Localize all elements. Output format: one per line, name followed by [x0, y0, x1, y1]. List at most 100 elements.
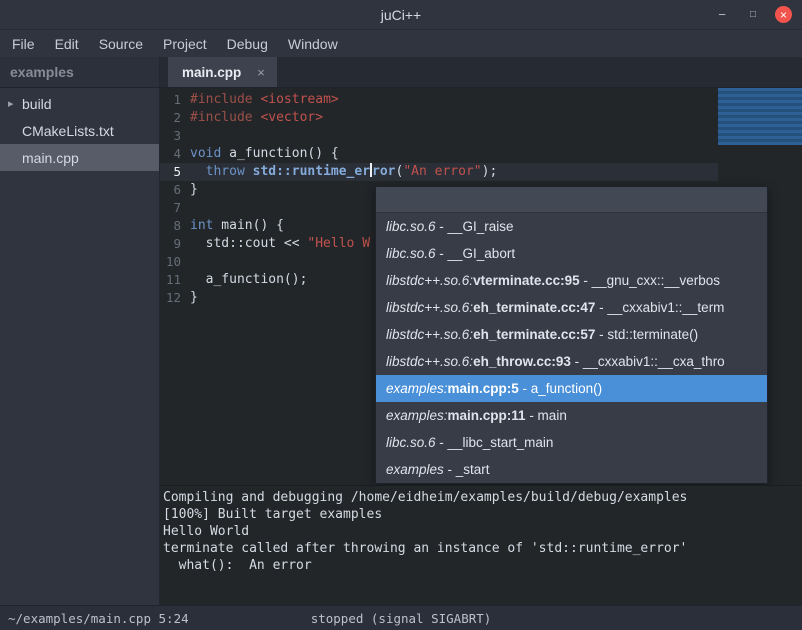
code-line-1[interactable]: 1#include <iostream> — [160, 91, 802, 109]
menu-item-source[interactable]: Source — [89, 30, 153, 57]
header-band: examples main.cpp × — [0, 57, 802, 88]
code-text: } — [190, 181, 198, 199]
menu-item-debug[interactable]: Debug — [217, 30, 278, 57]
frame-location: eh_terminate.cc:57 — [473, 327, 595, 342]
line-number: 6 — [160, 181, 190, 199]
frame-function: - __cxxabiv1::__term — [595, 300, 724, 315]
tab-main-cpp[interactable]: main.cpp × — [168, 57, 277, 87]
code-token: } — [190, 182, 198, 197]
code-token: } — [190, 290, 198, 305]
minimize-button[interactable]: − — [713, 6, 731, 24]
backtrace-item[interactable]: examples:main.cpp:11 - main — [376, 402, 767, 429]
terminal-line: Compiling and debugging /home/eidheim/ex… — [163, 489, 802, 506]
terminal-line: terminate called after throwing an insta… — [163, 540, 802, 557]
code-token: throw — [206, 164, 245, 179]
terminal-line: Hello World — [163, 523, 802, 540]
tab-label: main.cpp — [182, 65, 241, 80]
menu-item-window[interactable]: Window — [278, 30, 348, 57]
backtrace-list: libc.so.6 - __GI_raiselibc.so.6 - __GI_a… — [376, 213, 767, 483]
backtrace-item[interactable]: libc.so.6 - __libc_start_main — [376, 429, 767, 456]
frame-function: - __cxxabiv1::__cxa_thro — [571, 354, 725, 369]
tree-item-label: CMakeLists.txt — [22, 123, 114, 139]
menu-item-edit[interactable]: Edit — [45, 30, 89, 57]
maximize-button[interactable]: □ — [744, 6, 762, 24]
backtrace-item[interactable]: libstdc++.so.6:eh_terminate.cc:47 - __cx… — [376, 294, 767, 321]
tree-item-cmakelists-txt[interactable]: CMakeLists.txt — [0, 117, 159, 144]
backtrace-item[interactable]: libstdc++.so.6:eh_terminate.cc:57 - std:… — [376, 321, 767, 348]
code-token — [245, 164, 253, 179]
frame-function: - _start — [444, 462, 490, 477]
code-line-3[interactable]: 3 — [160, 127, 802, 145]
maximize-icon: □ — [750, 9, 756, 20]
code-token: <vector> — [260, 110, 323, 125]
line-number: 10 — [160, 253, 190, 271]
app-window: juCi++ − □ × FileEditSourceProjectDebugW… — [0, 0, 802, 630]
code-token: int — [190, 218, 213, 233]
backtrace-item[interactable]: libstdc++.so.6:eh_throw.cc:93 - __cxxabi… — [376, 348, 767, 375]
frame-function: - __gnu_cxx::__verbos — [580, 273, 720, 288]
menubar: FileEditSourceProjectDebugWindow — [0, 30, 802, 57]
code-token: ); — [482, 164, 498, 179]
frame-location: main.cpp:5 — [448, 381, 519, 396]
line-number: 9 — [160, 235, 190, 253]
code-token: "Hello W — [307, 236, 370, 251]
line-number: 2 — [160, 109, 190, 127]
menu-item-file[interactable]: File — [2, 30, 45, 57]
statusbar: stopped (signal SIGABRT) ~/examples/main… — [0, 605, 802, 630]
code-text: std::cout << "Hello W — [190, 235, 370, 253]
tree-item-build[interactable]: ▸build — [0, 90, 159, 117]
frame-library: examples: — [386, 408, 448, 423]
line-number: 12 — [160, 289, 190, 307]
line-number: 3 — [160, 127, 190, 145]
frame-library: libstdc++.so.6: — [386, 327, 473, 342]
code-token — [190, 164, 206, 179]
code-token: <iostream> — [260, 92, 338, 107]
project-header: examples — [0, 57, 160, 87]
close-button[interactable]: × — [775, 6, 792, 23]
tree-item-label: main.cpp — [22, 150, 79, 166]
line-number: 7 — [160, 199, 190, 217]
backtrace-popup: libc.so.6 - __GI_raiselibc.so.6 - __GI_a… — [375, 186, 768, 484]
terminal-line: [100%] Built target examples — [163, 506, 802, 523]
code-text: void a_function() { — [190, 145, 339, 163]
frame-function: - std::terminate() — [595, 327, 698, 342]
frame-library: libstdc++.so.6: — [386, 300, 473, 315]
code-line-2[interactable]: 2#include <vector> — [160, 109, 802, 127]
window-title: juCi++ — [0, 7, 802, 23]
tree-item-label: build — [22, 96, 52, 112]
frame-function: - __GI_raise — [436, 219, 514, 234]
code-token: main() { — [213, 218, 283, 233]
backtrace-item[interactable]: libc.so.6 - __GI_raise — [376, 213, 767, 240]
window-controls: − □ × — [713, 0, 792, 29]
code-text: #include <iostream> — [190, 91, 339, 109]
code-line-4[interactable]: 4void a_function() { — [160, 145, 802, 163]
code-line-5[interactable]: 5 throw std::runtime_error("An error"); — [160, 163, 802, 181]
line-number: 8 — [160, 217, 190, 235]
minimize-icon: − — [718, 7, 726, 22]
line-number: 11 — [160, 271, 190, 289]
popup-search-entry[interactable] — [376, 187, 767, 213]
editor-column: 1#include <iostream>2#include <vector>34… — [160, 88, 802, 605]
backtrace-item[interactable]: examples:main.cpp:5 - a_function() — [376, 375, 767, 402]
tab-close-icon[interactable]: × — [257, 65, 265, 80]
tree-item-main-cpp[interactable]: main.cpp — [0, 144, 159, 171]
backtrace-item[interactable]: examples - _start — [376, 456, 767, 483]
chevron-right-icon[interactable]: ▸ — [8, 97, 22, 110]
code-token: #include — [190, 110, 253, 125]
menu-item-project[interactable]: Project — [153, 30, 217, 57]
output-terminal[interactable]: Compiling and debugging /home/eidheim/ex… — [160, 485, 802, 605]
frame-function: - __GI_abort — [436, 246, 516, 261]
line-number: 5 — [160, 163, 190, 181]
frame-location: main.cpp:11 — [448, 408, 526, 423]
frame-library: libc.so.6 — [386, 219, 436, 234]
titlebar[interactable]: juCi++ − □ × — [0, 0, 802, 30]
frame-library: examples — [386, 462, 444, 477]
terminal-line: what(): An error — [163, 557, 802, 574]
backtrace-item[interactable]: libc.so.6 - __GI_abort — [376, 240, 767, 267]
code-token: a_function() { — [221, 146, 338, 161]
main-area: ▸build CMakeLists.txt main.cpp 1#include <… — [0, 88, 802, 605]
editor[interactable]: 1#include <iostream>2#include <vector>34… — [160, 88, 802, 485]
code-token: a_function(); — [190, 272, 307, 287]
backtrace-item[interactable]: libstdc++.so.6:vterminate.cc:95 - __gnu_… — [376, 267, 767, 294]
file-tree: ▸build CMakeLists.txt main.cpp — [0, 88, 160, 605]
